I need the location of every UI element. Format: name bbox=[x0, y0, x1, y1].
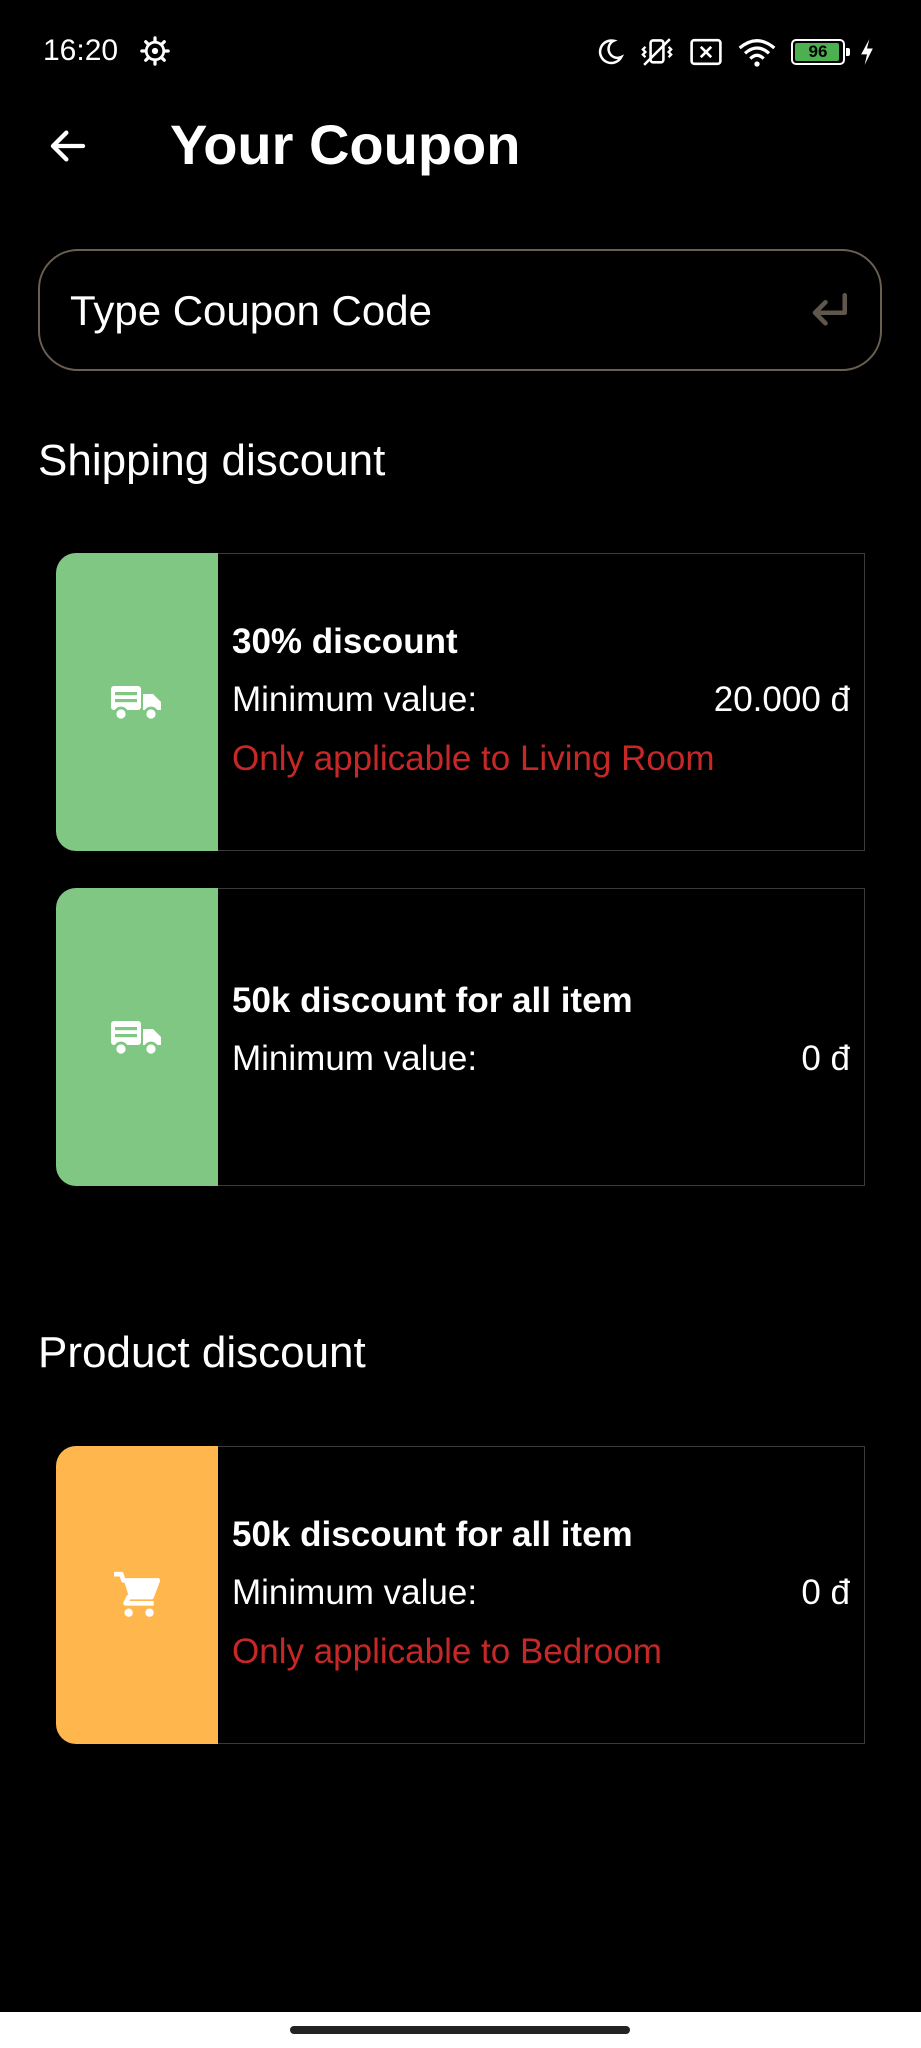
back-button[interactable] bbox=[38, 116, 98, 176]
status-icons: 96 bbox=[595, 34, 875, 70]
coupon-card-icon-strip bbox=[56, 1446, 218, 1744]
vibrate-off-icon bbox=[641, 38, 673, 66]
battery-icon: 96 bbox=[791, 39, 850, 65]
section-title-product: Product discount bbox=[38, 1328, 366, 1377]
battery-level: 96 bbox=[808, 42, 828, 61]
coupon-card-shipping-2[interactable]: 50k discount for all item Minimum value:… bbox=[56, 888, 865, 1186]
coupon-min-label: Minimum value: bbox=[232, 1573, 478, 1612]
status-time: 16:20 bbox=[43, 34, 119, 67]
section-title-shipping: Shipping discount bbox=[38, 436, 386, 485]
coupon-code-input[interactable] bbox=[68, 251, 792, 371]
status-bar: 16:20 96 bbox=[0, 0, 921, 104]
coupon-note: Only applicable to Bedroom bbox=[232, 1632, 662, 1671]
truck-icon bbox=[111, 686, 161, 722]
gear-icon bbox=[140, 36, 170, 66]
coupon-note: Only applicable to Living Room bbox=[232, 739, 715, 778]
wifi-icon bbox=[738, 39, 776, 67]
enter-return-icon[interactable] bbox=[808, 291, 850, 331]
coupon-min-label: Minimum value: bbox=[232, 680, 478, 719]
coupon-title: 50k discount for all item bbox=[232, 981, 633, 1020]
charging-bolt-icon bbox=[861, 39, 873, 65]
coupon-title: 50k discount for all item bbox=[232, 1515, 633, 1554]
coupon-min-value: 20.000 đ bbox=[713, 680, 850, 719]
sim-x-icon bbox=[690, 38, 722, 66]
arrow-left-icon bbox=[50, 130, 86, 162]
moon-icon bbox=[598, 39, 625, 65]
coupon-title: 30% discount bbox=[232, 622, 458, 661]
truck-icon bbox=[111, 1021, 161, 1057]
coupon-card-product-1[interactable]: 50k discount for all item Minimum value:… bbox=[56, 1446, 865, 1744]
home-indicator[interactable] bbox=[290, 2026, 630, 2034]
cart-icon bbox=[114, 1571, 161, 1617]
coupon-card-body: 50k discount for all item Minimum value:… bbox=[218, 888, 865, 1186]
coupon-card-shipping-1[interactable]: 30% discount Minimum value: 20.000 đ Onl… bbox=[56, 553, 865, 851]
coupon-min-value: 0 đ bbox=[801, 1573, 850, 1612]
coupon-card-icon-strip bbox=[56, 888, 218, 1186]
coupon-card-body: 50k discount for all item Minimum value:… bbox=[218, 1446, 865, 1744]
coupon-code-field[interactable] bbox=[38, 249, 882, 371]
coupon-card-icon-strip bbox=[56, 553, 218, 851]
coupon-card-body: 30% discount Minimum value: 20.000 đ Onl… bbox=[218, 553, 865, 851]
coupon-min-label: Minimum value: bbox=[232, 1039, 478, 1078]
page-title: Your Coupon bbox=[170, 113, 521, 176]
coupon-min-value: 0 đ bbox=[801, 1039, 850, 1078]
